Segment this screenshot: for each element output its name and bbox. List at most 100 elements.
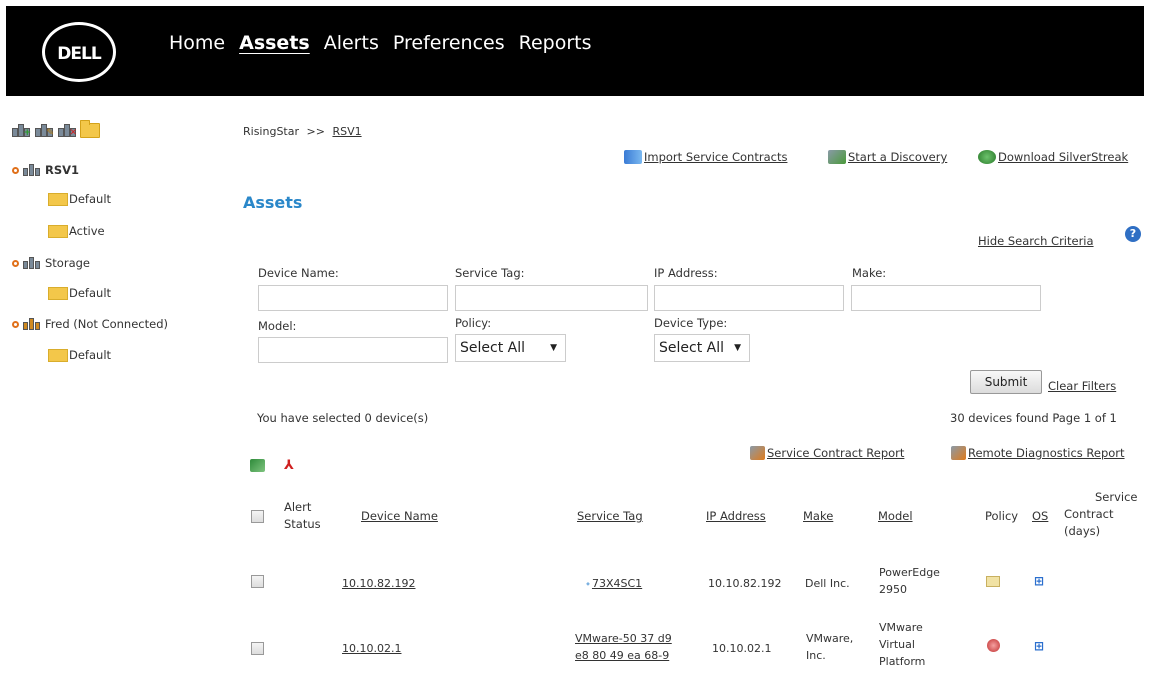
bullet-icon [12,320,19,328]
main-nav: Home Assets Alerts Preferences Reports [169,32,592,54]
submit-button[interactable]: Submit [970,370,1042,394]
policy-select[interactable]: Select All ▼ [455,334,566,362]
service-tag-input[interactable] [455,285,648,311]
import-service-contracts-link[interactable]: Import Service Contracts [624,150,787,164]
breadcrumb-separator: >> [306,125,325,138]
service-tag-label: Service Tag: [455,266,525,280]
remote-diagnostics-report-link[interactable]: Remote Diagnostics Report [951,446,1125,460]
ip-address-input[interactable] [654,285,844,311]
tree-label: RSV1 [45,163,80,177]
discovery-label: Start a Discovery [848,150,948,164]
nav-reports[interactable]: Reports [519,32,592,54]
chevron-down-icon: ▼ [550,343,557,353]
tree-label: Storage [45,256,90,270]
col-contract-line2: Contract [1064,507,1114,521]
ip-address-label: IP Address: [654,266,718,280]
service-tag-cell[interactable]: VMware-50 37 d9 e8 80 49 ea 68-9 [575,630,672,664]
red-policy-icon[interactable] [987,639,1000,652]
chevron-down-icon: ▼ [734,343,741,353]
tree-label: Default [69,286,112,300]
server-group-icon [23,256,41,270]
top-nav-bar: DELL Home Assets Alerts Preferences Repo… [6,6,1144,96]
tree-node-fred[interactable]: Fred (Not Connected) [12,317,168,331]
remote-diagnostics-report-label: Remote Diagnostics Report [968,446,1125,460]
nav-assets[interactable]: Assets [239,32,310,54]
download-silverstreak-link[interactable]: Download SilverStreak [978,150,1128,164]
tree-node-rsv1-active[interactable]: Active [48,224,105,238]
breadcrumb-current[interactable]: RSV1 [332,125,361,138]
row-checkbox[interactable] [251,575,264,588]
tree-node-fred-default[interactable]: Default [48,348,111,362]
device-type-select[interactable]: Select All ▼ [654,334,750,362]
col-contract-line1: Service [1095,490,1138,504]
tree-label: Default [69,192,112,206]
model-input[interactable] [258,337,448,363]
make-cell: Dell Inc. [805,577,850,590]
model-line2: Virtual [879,638,915,651]
make-line2: Inc. [806,649,826,662]
service-tag-line2: e8 80 49 ea 68-9 [575,649,670,662]
col-ip-address[interactable]: IP Address [706,508,766,525]
devices-found-text: 30 devices found Page 1 of 1 [950,411,1117,425]
export-pdf-icon[interactable]: ⅄ [284,459,299,472]
nav-home[interactable]: Home [169,32,225,54]
service-tag-cell[interactable]: ⬩ 73X4SC1 [586,575,642,592]
envelope-icon[interactable] [986,576,1000,587]
clear-filters-link[interactable]: Clear Filters [1048,379,1116,393]
tree-node-storage-default[interactable]: Default [48,286,111,300]
select-all-checkbox[interactable] [251,510,264,523]
model-line1: PowerEdge [879,566,940,579]
model-line3: Platform [879,655,926,668]
sidebar-toolbar: + ✎ ✕ [11,120,218,138]
make-input[interactable] [851,285,1041,311]
breadcrumb: RisingStar >> RSV1 [243,125,362,138]
dell-logo[interactable]: DELL [42,22,116,82]
hide-search-criteria-link[interactable]: Hide Search Criteria [978,234,1094,248]
col-contract-line3: (days) [1064,524,1101,538]
col-model[interactable]: Model [878,508,913,525]
server-group-warning-icon [23,317,41,331]
col-device-name[interactable]: Device Name [361,508,438,525]
export-excel-icon[interactable] [250,459,265,472]
tree-node-rsv1[interactable]: RSV1 [12,163,79,177]
model-cell: PowerEdge 2950 [879,564,940,598]
selected-count-text: You have selected 0 device(s) [257,411,429,425]
device-name-cell[interactable]: 10.10.02.1 [342,640,401,657]
new-folder-icon[interactable] [80,120,100,138]
device-name-cell[interactable]: 10.10.82.192 [342,575,415,592]
col-make[interactable]: Make [803,508,833,525]
nav-alerts[interactable]: Alerts [324,32,379,54]
col-os[interactable]: OS [1032,508,1048,525]
device-name-input[interactable] [258,285,448,311]
delete-group-icon[interactable]: ✕ [57,120,77,138]
globe-icon [978,150,996,164]
folder-icon [48,192,68,206]
tree-label: Active [69,224,105,238]
tree-node-storage[interactable]: Storage [12,256,90,270]
breadcrumb-root: RisingStar [243,125,299,138]
col-policy: Policy [985,509,1019,523]
tree-node-rsv1-default[interactable]: Default [48,192,111,206]
ip-address-cell: 10.10.82.192 [708,577,782,590]
device-type-label: Device Type: [654,316,728,330]
windows-icon: ⊞ [1034,574,1045,588]
help-icon[interactable]: ? [1125,226,1141,242]
service-contract-report-link[interactable]: Service Contract Report [750,446,904,460]
page-title: Assets [243,193,303,212]
folder-icon [48,348,68,362]
tree-label: Fred (Not Connected) [45,317,168,331]
service-tag-line1: VMware-50 37 d9 [575,632,672,645]
edit-badge: ✎ [46,128,54,138]
col-service-tag[interactable]: Service Tag [577,508,643,525]
row-checkbox[interactable] [251,642,264,655]
edit-group-icon[interactable]: ✎ [34,120,54,138]
nav-preferences[interactable]: Preferences [393,32,505,54]
device-name-label: Device Name: [258,266,339,280]
model-line2: 2950 [879,583,907,596]
col-alert-status[interactable]: Alert Status [284,499,321,533]
add-group-icon[interactable]: + [11,120,31,138]
discovery-icon [828,150,846,164]
start-discovery-link[interactable]: Start a Discovery [828,150,947,164]
device-type-select-value: Select All [659,340,724,356]
add-badge: + [23,128,31,138]
